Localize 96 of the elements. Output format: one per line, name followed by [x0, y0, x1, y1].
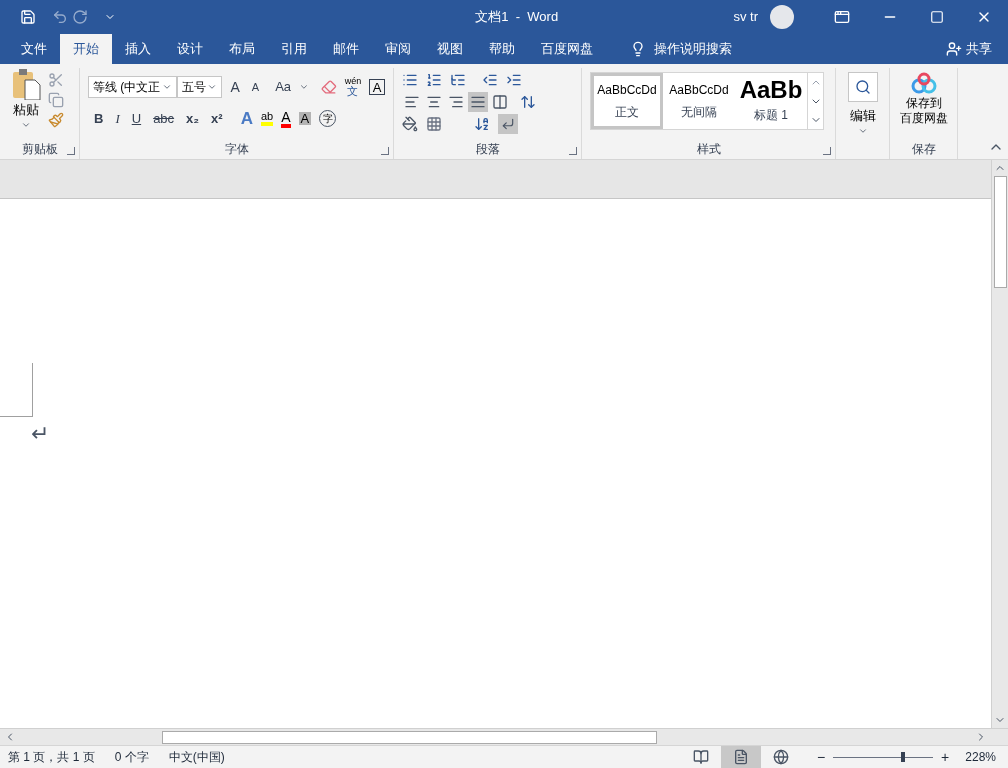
- highlight-button[interactable]: ab: [260, 111, 274, 127]
- ribbon-tab[interactable]: 百度网盘: [528, 34, 606, 64]
- person-icon: [946, 41, 962, 57]
- ribbon-tab[interactable]: 视图: [424, 34, 476, 64]
- view-button[interactable]: [720, 745, 761, 768]
- ribbon-tab[interactable]: 引用: [268, 34, 320, 64]
- paragraph-mark: ↵: [31, 423, 49, 445]
- grow-font-button[interactable]: A: [226, 76, 244, 98]
- font-size-field[interactable]: 五号: [176, 76, 223, 98]
- caret-icon: [161, 82, 172, 92]
- view-icon: [732, 749, 749, 765]
- increase-indent-icon[interactable]: [506, 72, 522, 88]
- format-button[interactable]: x²: [209, 109, 225, 129]
- view-icon: [692, 749, 709, 765]
- align-icon: [470, 94, 486, 110]
- ribbon-tab[interactable]: 帮助: [476, 34, 528, 64]
- ribbon-tab[interactable]: 设计: [164, 34, 216, 64]
- ribbon-tab[interactable]: 布局: [216, 34, 268, 64]
- dialog-launcher[interactable]: [569, 147, 577, 155]
- word-count[interactable]: 0 个字: [114, 748, 149, 766]
- caret-icon: [299, 82, 309, 92]
- format-button[interactable]: U: [129, 109, 144, 129]
- maximize-icon[interactable]: [930, 10, 944, 24]
- show-marks-button[interactable]: [498, 114, 518, 134]
- align-icon: [426, 94, 442, 110]
- scroll-thumb[interactable]: [993, 176, 1007, 288]
- format-button[interactable]: B: [92, 109, 106, 129]
- style-item[interactable]: AaBbCcDd 无间隔: [663, 73, 735, 129]
- format-button[interactable]: abc: [151, 109, 177, 129]
- shading-icon[interactable]: [402, 116, 418, 132]
- tell-me-field[interactable]: 操作说明搜索: [654, 39, 732, 59]
- cloud-rings-icon: [909, 72, 938, 96]
- ribbon-display-icon[interactable]: [834, 9, 850, 25]
- redo-icon[interactable]: [72, 9, 88, 25]
- clipboard-icon: [11, 68, 41, 100]
- group-label: 段落: [475, 141, 500, 158]
- window-title: 文档1 - Word: [475, 8, 559, 27]
- page-count[interactable]: 第 1 页，共 1 页: [8, 748, 95, 766]
- group-label: 保存: [911, 141, 936, 158]
- zoom-in-button[interactable]: +: [941, 746, 950, 768]
- dialog-launcher[interactable]: [67, 147, 75, 155]
- format-painter-icon[interactable]: [48, 112, 64, 128]
- numbering-icon[interactable]: [426, 72, 442, 88]
- bullets-icon[interactable]: [402, 72, 418, 88]
- align-button[interactable]: [490, 92, 510, 112]
- format-button[interactable]: I: [113, 109, 122, 129]
- group-label: 字体: [224, 141, 249, 158]
- zoom-slider[interactable]: [833, 752, 934, 762]
- user-name: sv tr: [733, 8, 758, 27]
- avatar[interactable]: [770, 5, 794, 29]
- text-effects-button[interactable]: A: [240, 106, 253, 132]
- char-border-button[interactable]: A: [369, 79, 385, 95]
- group-label: 剪贴板: [21, 141, 58, 158]
- return-arrow-icon: [501, 117, 515, 131]
- ribbon-tab[interactable]: 邮件: [320, 34, 372, 64]
- ribbon-tab[interactable]: 文件: [8, 34, 60, 64]
- undo-icon[interactable]: [52, 9, 68, 25]
- group-label: 样式: [696, 141, 721, 158]
- ribbon-tab[interactable]: 开始: [60, 34, 112, 64]
- margin-corner: [0, 363, 33, 417]
- shrink-font-button[interactable]: A: [247, 78, 264, 96]
- style-item[interactable]: AaBb 标题 1: [735, 73, 807, 129]
- caret-icon: [207, 82, 218, 92]
- scroll-thumb[interactable]: [162, 730, 657, 744]
- font-color-button[interactable]: A: [281, 109, 291, 128]
- language-label[interactable]: 中文(中国): [168, 748, 225, 766]
- decrease-indent-icon[interactable]: [482, 72, 498, 88]
- align-icon: [492, 94, 508, 110]
- align-icon: [404, 94, 420, 110]
- phonetic-guide-button[interactable]: wén 文: [344, 77, 362, 97]
- clear-format-icon[interactable]: [320, 79, 337, 95]
- lightbulb-icon: [630, 41, 646, 57]
- dialog-launcher[interactable]: [823, 147, 831, 155]
- format-button[interactable]: x₂: [184, 109, 202, 129]
- editing-button[interactable]: 编辑: [836, 68, 889, 159]
- ribbon-tab[interactable]: 审阅: [372, 34, 424, 64]
- search-icon: [854, 79, 871, 95]
- sort-icon[interactable]: [474, 116, 490, 132]
- borders-icon[interactable]: [426, 116, 442, 132]
- dialog-launcher[interactable]: [381, 147, 389, 155]
- multilevel-list-icon[interactable]: [450, 72, 466, 88]
- style-item[interactable]: AaBbCcDd 正文: [591, 73, 663, 129]
- zoom-percent[interactable]: 228%: [965, 748, 996, 766]
- save-icon[interactable]: [20, 9, 36, 25]
- change-case-button[interactable]: Aa: [271, 77, 296, 97]
- align-button[interactable]: [468, 92, 488, 112]
- save-to-cloud-button[interactable]: 保存到 百度网盘: [890, 68, 957, 139]
- line-spacing-icon[interactable]: [520, 94, 536, 110]
- shading-button[interactable]: A: [298, 112, 312, 126]
- share-button[interactable]: 共享: [946, 34, 1008, 64]
- align-icon: [448, 94, 464, 110]
- view-icon: [772, 749, 789, 765]
- zoom-out-button[interactable]: −: [816, 746, 826, 768]
- paste-button[interactable]: 粘贴: [8, 68, 44, 139]
- ribbon-tab[interactable]: 插入: [112, 34, 164, 64]
- font-name-field[interactable]: 等线 (中文正: [88, 76, 177, 98]
